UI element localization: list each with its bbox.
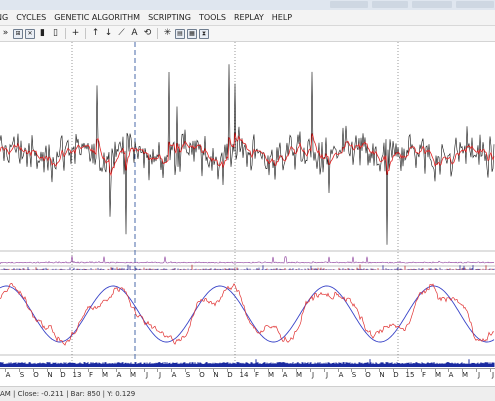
window-tab[interactable]: [412, 1, 452, 8]
menu-bar: NGCYCLESGENETIC ALGORITHMSCRIPTINGTOOLSR…: [0, 10, 495, 26]
menu-cycles[interactable]: CYCLES: [12, 10, 50, 25]
axis-tick-label: 15: [405, 371, 415, 379]
menu-replay[interactable]: REPLAY: [230, 10, 268, 25]
menu-tools[interactable]: TOOLS: [195, 10, 230, 25]
axis-tick-mark: [324, 369, 325, 372]
sun-icon[interactable]: ✳: [162, 28, 173, 39]
arrow-up-icon[interactable]: ↑: [90, 28, 101, 39]
time-axis: A S O N D 13 F M A M J J A S O N D 14 F M A M J J A S O N D 15 F M A M J J: [0, 368, 495, 381]
axis-tick-label: N: [213, 371, 219, 379]
calculator-icon[interactable]: ▦: [187, 28, 197, 39]
axis-tick-label: J: [491, 371, 495, 379]
axis-tick-label: O: [33, 371, 39, 379]
axis-tick-mark: [476, 369, 477, 372]
menu-help[interactable]: HELP: [268, 10, 296, 25]
axis-tick-label: D: [227, 371, 233, 379]
axis-tick-label: J: [325, 371, 329, 379]
axis-tick-label: N: [47, 371, 53, 379]
axis-tick-label: 13: [72, 371, 82, 379]
window-tab[interactable]: [330, 1, 368, 8]
axis-tick-label: M: [267, 371, 275, 379]
close-box-icon[interactable]: ✕: [25, 28, 35, 39]
axis-tick-label: A: [116, 371, 122, 379]
pencil-line-icon[interactable]: ⟋: [116, 28, 127, 39]
status-text: AM | Close: -0.211 | Bar: 850 | Y: 0.129: [0, 390, 136, 398]
axis-tick-label: D: [393, 371, 399, 379]
axis-tick-label: N: [379, 371, 385, 379]
menu-scripting[interactable]: SCRIPTING: [144, 10, 195, 25]
moving-average-line: [0, 132, 495, 177]
hourglass-icon[interactable]: ⧗: [199, 28, 209, 39]
axis-tick-label: J: [477, 371, 481, 379]
chart-area[interactable]: [0, 42, 495, 368]
window-icon[interactable]: ▤: [175, 28, 185, 39]
zoom-in-box-icon[interactable]: ⊞: [13, 28, 23, 39]
axis-tick-label: J: [145, 371, 149, 379]
axis-tick-label: M: [295, 371, 303, 379]
axis-tick-label: M: [461, 371, 469, 379]
refresh-icon[interactable]: ⟲: [142, 28, 153, 39]
fast-forward-icon[interactable]: »: [0, 28, 11, 39]
axis-tick-label: J: [311, 371, 315, 379]
battery-icon[interactable]: ▮: [37, 28, 48, 39]
add-icon[interactable]: +: [70, 28, 81, 39]
toolbar-separator: [65, 28, 66, 39]
axis-tick-mark: [490, 369, 491, 372]
axis-tick-label: F: [421, 371, 427, 379]
clipboard-icon[interactable]: ▯: [50, 28, 61, 39]
secondary-indicator-line: [0, 256, 495, 265]
axis-tick-label: M: [129, 371, 137, 379]
window-title-bar: [0, 0, 495, 10]
window-tab[interactable]: [372, 1, 408, 8]
axis-tick-label: O: [365, 371, 371, 379]
toolbar-separator: [85, 28, 86, 39]
axis-tick-label: S: [185, 371, 191, 379]
axis-tick-label: A: [338, 371, 344, 379]
axis-tick-mark: [157, 369, 158, 372]
axis-tick-label: M: [434, 371, 442, 379]
status-bar: AM | Close: -0.211 | Bar: 850 | Y: 0.129: [0, 386, 495, 401]
menu-genetic-algorithm[interactable]: GENETIC ALGORITHM: [50, 10, 144, 25]
axis-tick-label: A: [282, 371, 288, 379]
price-series-line: [0, 64, 495, 245]
text-annotation-icon[interactable]: A: [129, 28, 140, 39]
toolbar: » ⊞ ✕ ▮ ▯ + ↑ ↓ ⟋ A ⟲ ✳ ▤ ▦ ⧗: [0, 26, 495, 42]
axis-tick-label: S: [19, 371, 25, 379]
axis-tick-label: A: [448, 371, 454, 379]
arrow-down-icon[interactable]: ↓: [103, 28, 114, 39]
axis-tick-label: D: [60, 371, 66, 379]
window-tab[interactable]: [456, 1, 494, 8]
axis-tick-label: S: [351, 371, 357, 379]
axis-tick-label: O: [199, 371, 205, 379]
chart-svg[interactable]: [0, 42, 495, 368]
menu-ng[interactable]: NG: [0, 10, 12, 25]
axis-tick-label: F: [254, 371, 260, 379]
axis-tick-mark: [144, 369, 145, 372]
axis-tick-label: A: [171, 371, 177, 379]
axis-tick-label: J: [158, 371, 162, 379]
axis-tick-label: A: [5, 371, 11, 379]
axis-tick-label: F: [88, 371, 94, 379]
axis-tick-label: M: [101, 371, 109, 379]
toolbar-separator: [157, 28, 158, 39]
axis-tick-mark: [310, 369, 311, 372]
axis-tick-label: 14: [239, 371, 249, 379]
